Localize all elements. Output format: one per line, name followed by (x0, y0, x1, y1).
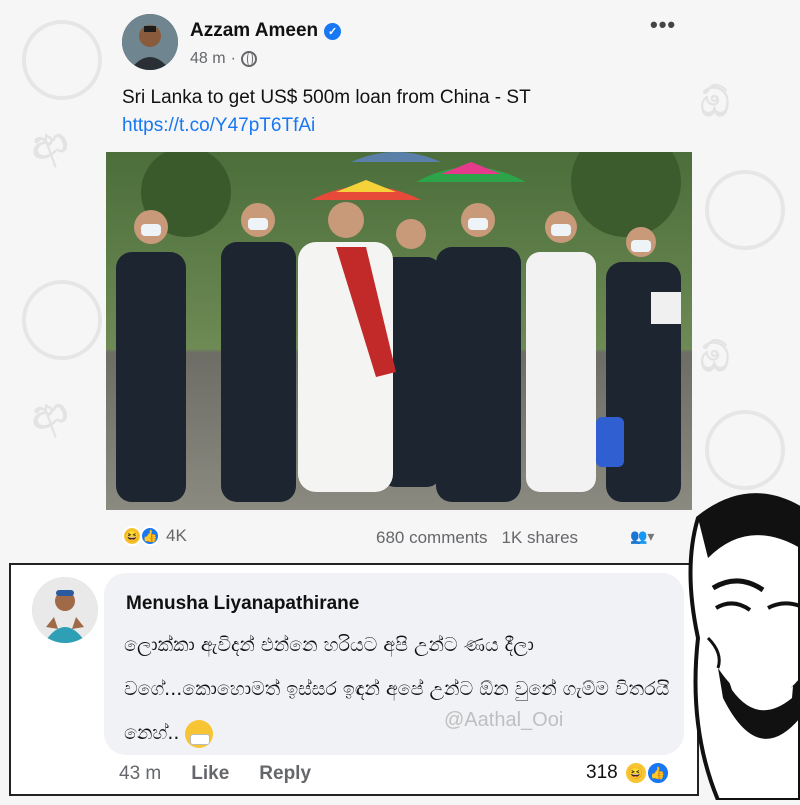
post-photo[interactable] (106, 152, 692, 510)
like-reaction-icon: 👍 (645, 761, 670, 785)
comment-body: ලොක්කා ඇවිදන් එන්නෙ හරියට අපි උන්ට ණය දී… (124, 623, 674, 755)
watermark-handle: @Aathal_Ooi (444, 709, 564, 731)
reply-button[interactable]: Reply (259, 763, 311, 785)
post-link[interactable]: https://t.co/Y47pT6TfAi (122, 115, 315, 136)
verified-badge-icon: ✓ (324, 22, 342, 40)
audience-selector-icon[interactable]: 👥▾ (630, 528, 654, 545)
post-card: Azzam Ameen ✓ 48 m · ••• Sri Lanka to ge… (0, 0, 800, 555)
like-button[interactable]: Like (191, 763, 229, 785)
commenter-name[interactable]: Menusha Liyanapathirane (126, 593, 359, 615)
reaction-count: 4K (166, 526, 187, 545)
post-body: Sri Lanka to get US$ 500m loan from Chin… (122, 87, 531, 108)
commenter-avatar[interactable] (32, 577, 98, 643)
post-timestamp[interactable]: 48 m (190, 50, 226, 68)
comment-actions: 43 m Like Reply (119, 763, 311, 785)
reaction-summary[interactable]: 😆 👍 4K (122, 526, 187, 546)
globe-icon (240, 51, 257, 67)
post-text: Sri Lanka to get US$ 500m loan from Chin… (122, 84, 682, 140)
grimace-emoji-icon (185, 719, 214, 748)
author-avatar[interactable] (122, 14, 178, 70)
haha-reaction-icon: 😆 (623, 761, 648, 785)
shares-count[interactable]: 1K shares (502, 528, 579, 548)
comments-count[interactable]: 680 comments (376, 528, 488, 548)
author-name[interactable]: Azzam Ameen ✓ (190, 20, 342, 42)
post-stats: 680 comments 1K shares (376, 528, 578, 548)
post-meta: 48 m · (190, 50, 257, 68)
meta-separator: · (230, 50, 236, 67)
comment-card: Menusha Liyanapathirane ලොක්කා ඇවිදන් එන… (9, 563, 699, 796)
comment-bubble: Menusha Liyanapathirane ලොක්කා ඇවිදන් එන… (104, 573, 684, 755)
comment-reactions[interactable]: 318 😆 👍 (586, 761, 670, 785)
haha-reaction-icon: 😆 (122, 526, 142, 546)
more-options-icon[interactable]: ••• (650, 12, 676, 38)
author-name-text[interactable]: Azzam Ameen (190, 20, 318, 42)
like-reaction-icon: 👍 (140, 526, 160, 546)
comment-reaction-count: 318 (586, 762, 618, 783)
comment-timestamp[interactable]: 43 m (119, 763, 161, 785)
troll-face-sticker (688, 478, 800, 802)
